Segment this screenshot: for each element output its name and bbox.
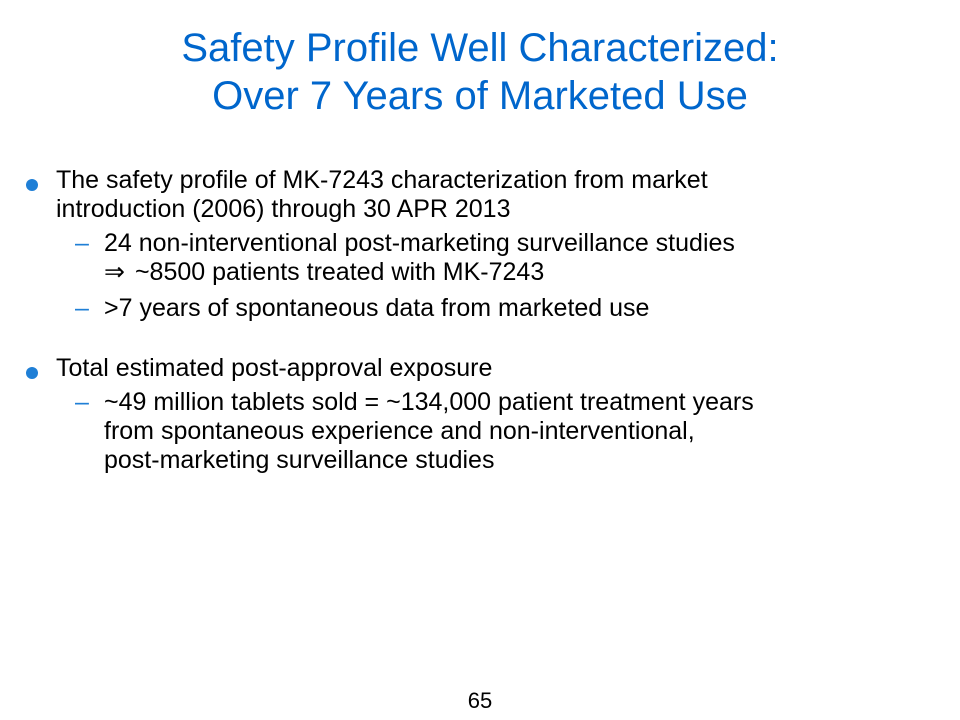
- slide-title-line-1: Safety Profile Well Characterized:: [181, 26, 779, 70]
- dash-icon: –: [75, 229, 89, 257]
- sub-bullet-item-surveillance-studies: – 24 non-interventional post-marketing s…: [56, 229, 940, 287]
- bullet-dot-icon: [26, 179, 38, 191]
- page-number: 65: [467, 688, 493, 713]
- dash-icon: –: [75, 294, 89, 322]
- sub-bullet-text-line: post-marketing surveillance studies: [104, 446, 495, 474]
- sub-bullet-item-tablets-sold: – ~49 million tablets sold = ~134,000 pa…: [56, 388, 940, 475]
- sub-bullet-list: – ~49 million tablets sold = ~134,000 pa…: [56, 388, 940, 475]
- sub-bullet-text-line: from spontaneous experience and non-inte…: [104, 417, 695, 445]
- bullet-list: The safety profile of MK-7243 characteri…: [0, 166, 960, 482]
- slide-title-line-2: Over 7 Years of Marketed Use: [212, 74, 748, 118]
- sub-bullet-item-spontaneous-data: – >7 years of spontaneous data from mark…: [56, 294, 940, 323]
- sub-bullet-text-line: >7 years of spontaneous data from market…: [104, 294, 650, 322]
- slide-title: Safety Profile Well Characterized: Over …: [40, 24, 920, 120]
- sub-bullet-text-line: ~8500 patients treated with MK-7243: [134, 258, 545, 286]
- bullet-text-line: The safety profile of MK-7243 characteri…: [56, 166, 708, 194]
- dash-icon: –: [75, 388, 89, 416]
- implies-arrow-icon: ⇒: [104, 258, 125, 286]
- bullet-item-safety-profile: The safety profile of MK-7243 characteri…: [0, 166, 960, 323]
- bullet-text-line: Total estimated post-approval exposure: [56, 354, 493, 382]
- bullet-text-line: introduction (2006) through 30 APR 2013: [56, 195, 511, 223]
- bullet-dot-icon: [26, 367, 38, 379]
- sub-bullet-text-line: 24 non-interventional post-marketing sur…: [104, 229, 735, 257]
- bullet-item-total-exposure: Total estimated post-approval exposure –…: [0, 354, 960, 475]
- sub-bullet-text-line: ~49 million tablets sold = ~134,000 pati…: [104, 388, 754, 416]
- sub-bullet-list: – 24 non-interventional post-marketing s…: [56, 229, 940, 323]
